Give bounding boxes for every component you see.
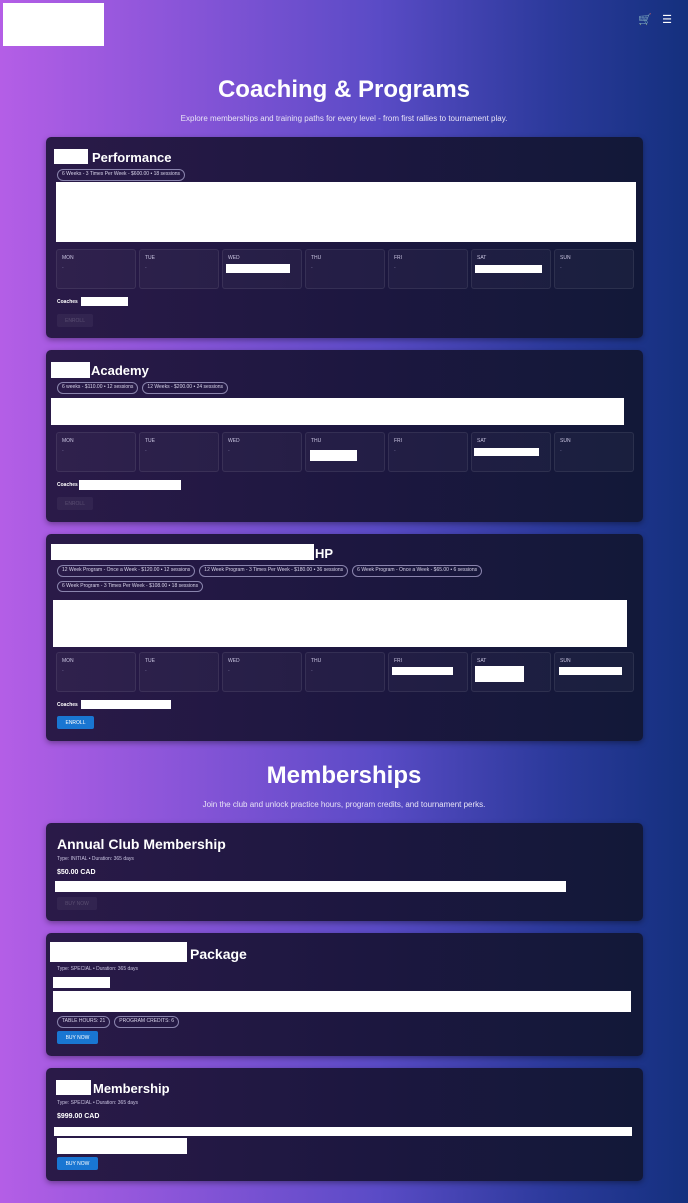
redacted-price — [53, 977, 110, 988]
logo[interactable] — [3, 3, 104, 46]
membership-meta: Type: SPECIAL • Duration: 365 days — [57, 966, 139, 972]
memberships-title: Memberships — [266, 762, 422, 789]
program-option-pill[interactable]: 12 Weeks - $200.00 • 24 sessions — [142, 382, 229, 394]
membership-price: $999.00 CAD — [57, 1113, 100, 1120]
perk-pill: PROGRAM CREDITS: 6 — [114, 1016, 179, 1028]
program-card-academy: Academy 6 weeks - $110.00 • 12 sessions … — [46, 350, 643, 522]
coaches-label: Coaches — [57, 482, 78, 488]
day-cell-sat: SAT — [471, 432, 551, 472]
membership-meta: Type: SPECIAL • Duration: 365 days — [57, 1100, 139, 1106]
day-cell-wed: WED - — [222, 652, 302, 692]
buy-now-button[interactable]: BUY NOW — [57, 1031, 98, 1044]
day-cell-wed: WED — [222, 249, 302, 289]
redacted-coaches — [81, 297, 128, 306]
coaches-label: Coaches — [57, 702, 78, 708]
enroll-button[interactable]: ENROLL — [57, 497, 93, 510]
membership-card-package: Package Type: SPECIAL • Duration: 365 da… — [46, 933, 643, 1056]
day-cell-sun: SUN — [554, 652, 634, 692]
redacted-description-extra — [57, 1138, 187, 1154]
redacted-title-prefix — [56, 1080, 91, 1095]
day-cell-wed: WED - — [222, 432, 302, 472]
membership-card-premium: Membership Type: SPECIAL • Duration: 365… — [46, 1068, 643, 1181]
redacted-description — [51, 398, 624, 425]
program-title: HP — [315, 546, 334, 561]
shopping-cart-icon[interactable]: 🛒 — [638, 15, 652, 26]
redacted-title-prefix — [54, 149, 88, 164]
program-option-pill[interactable]: 12 Week Program - Once a Week - $120.00 … — [57, 565, 196, 577]
membership-title: Annual Club Membership — [57, 836, 226, 852]
program-option-pill[interactable]: 12 Week Program - 3 Times Per Week - $18… — [199, 565, 349, 577]
membership-card-annual: Annual Club Membership Type: INITIAL • D… — [46, 823, 643, 921]
membership-title: Membership — [93, 1081, 170, 1096]
enroll-button[interactable]: ENROLL — [57, 314, 93, 327]
program-title: Academy — [91, 363, 149, 378]
program-card-performance: Performance 6 Weeks - 3 Times Per Week -… — [46, 137, 643, 338]
day-cell-thu: THU - — [305, 652, 385, 692]
day-cell-tue: TUE - — [139, 249, 219, 289]
program-option-pill[interactable]: 6 weeks - $110.00 • 12 sessions — [57, 382, 139, 394]
day-cell-thu: THU - — [305, 249, 385, 289]
program-option-pill[interactable]: 6 Week Program - 3 Times Per Week - $108… — [57, 580, 204, 592]
coaching-subtitle: Explore memberships and training paths f… — [180, 114, 508, 123]
redacted-description — [53, 600, 627, 647]
perk-pill: TABLE HOURS: 21 — [57, 1016, 111, 1028]
membership-price: $50.00 CAD — [57, 869, 96, 876]
buy-now-button[interactable]: BUY NOW — [57, 1157, 98, 1170]
program-card-hp: HP 12 Week Program - Once a Week - $120.… — [46, 534, 643, 741]
redacted-description — [53, 991, 631, 1012]
day-cell-thu: THU — [305, 432, 385, 472]
page: 🛒 ☰ Coaching & Programs Explore membersh… — [0, 0, 688, 1203]
redacted-coaches — [79, 480, 181, 490]
coaching-title: Coaching & Programs — [217, 76, 471, 103]
program-option-pill[interactable]: 6 Weeks - 3 Times Per Week - $600.00 • 1… — [57, 169, 186, 181]
weekly-schedule: MON - TUE - WED - THU - FRI SAT SUN — [56, 652, 634, 692]
buy-now-button[interactable]: BUY NOW — [57, 897, 97, 910]
program-option-pill[interactable]: 6 Week Program - Once a Week - $65.00 • … — [352, 565, 483, 577]
header-actions: 🛒 ☰ — [638, 15, 672, 26]
membership-title: Package — [190, 946, 247, 962]
weekly-schedule: MON - TUE - WED - THU FRI - SAT SUN - — [56, 432, 634, 472]
day-cell-sun: SUN - — [554, 432, 634, 472]
day-cell-sat: SAT — [471, 249, 551, 289]
enroll-button[interactable]: ENROLL — [57, 716, 94, 729]
day-cell-mon: MON - — [56, 652, 136, 692]
day-cell-fri: FRI — [388, 652, 468, 692]
weekly-schedule: MON - TUE - WED THU - FRI - SAT SUN - — [56, 249, 634, 289]
redacted-description — [55, 881, 566, 892]
membership-perks: TABLE HOURS: 21 PROGRAM CREDITS: 6 — [57, 1016, 179, 1028]
redacted-coaches — [81, 700, 171, 709]
day-cell-mon: MON - — [56, 432, 136, 472]
redacted-description — [56, 182, 636, 242]
program-pills: 6 weeks - $110.00 • 12 sessions 12 Weeks… — [57, 382, 229, 394]
day-cell-fri: FRI - — [388, 432, 468, 472]
program-pills: 6 Weeks - 3 Times Per Week - $600.00 • 1… — [57, 169, 186, 181]
hamburger-menu-icon[interactable]: ☰ — [662, 15, 672, 26]
redacted-description — [54, 1127, 632, 1136]
day-cell-sat: SAT — [471, 652, 551, 692]
memberships-subtitle: Join the club and unlock practice hours,… — [202, 800, 486, 809]
membership-meta: Type: INITIAL • Duration: 365 days — [57, 856, 134, 862]
day-cell-mon: MON - — [56, 249, 136, 289]
program-title: Performance — [92, 150, 172, 165]
day-cell-sun: SUN - — [554, 249, 634, 289]
redacted-title-prefix — [51, 544, 314, 560]
day-cell-fri: FRI - — [388, 249, 468, 289]
program-pills: 12 Week Program - Once a Week - $120.00 … — [57, 565, 617, 592]
coaches-label: Coaches — [57, 299, 78, 305]
redacted-title-prefix — [51, 362, 90, 378]
day-cell-tue: TUE - — [139, 432, 219, 472]
redacted-title-prefix — [50, 942, 187, 962]
day-cell-tue: TUE - — [139, 652, 219, 692]
